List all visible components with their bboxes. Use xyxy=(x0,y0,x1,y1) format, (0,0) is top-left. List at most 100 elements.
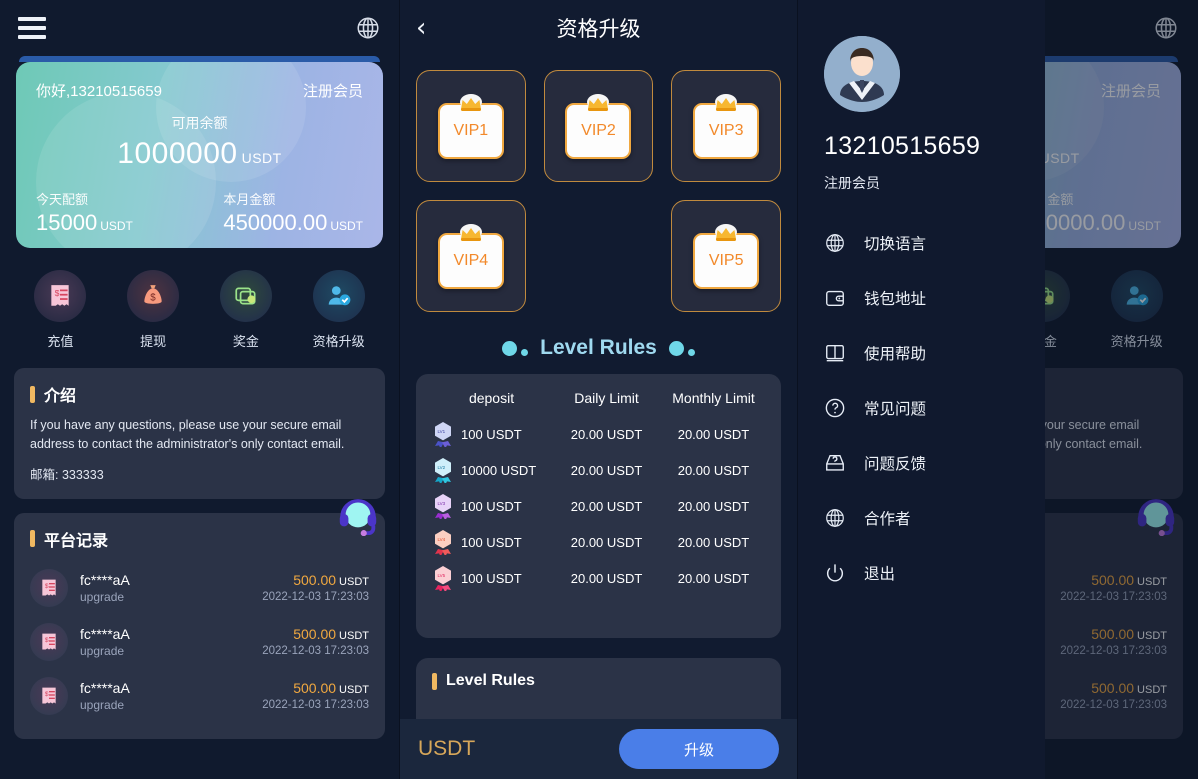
headset-support-icon[interactable] xyxy=(335,490,381,536)
drawer-item-logout[interactable]: 退出 xyxy=(824,545,1045,600)
quick-action-bonus[interactable]: 奖金 xyxy=(219,270,272,350)
svg-text:LV1: LV1 xyxy=(438,429,446,434)
month-amount-value: 450000.00 xyxy=(223,210,328,235)
svg-text:LV4: LV4 xyxy=(438,537,446,542)
vip-tile-1[interactable]: VIP1 xyxy=(416,70,526,182)
svg-text:$: $ xyxy=(55,288,60,298)
crown-icon xyxy=(584,93,612,115)
today-quota-unit: USDT xyxy=(100,219,133,233)
quick-action-deposit[interactable]: $ 充值 xyxy=(34,270,87,350)
vip-tile-label: VIP4 xyxy=(453,252,489,269)
app-stage: 你好,13210515659 注册会员 可用余额 1000000 USDT 今天配… xyxy=(0,0,1198,779)
drawer-item-help[interactable]: 使用帮助 xyxy=(824,325,1045,380)
record-name: fc****aA xyxy=(80,571,130,588)
receipt-icon: $ xyxy=(30,676,68,715)
dots-decoration-left xyxy=(502,340,529,356)
quick-action-label: 资格升级 xyxy=(312,334,365,349)
quick-action-label: 奖金 xyxy=(232,334,259,349)
receipt-deposit-icon: $ xyxy=(34,270,87,322)
vip-tile-4[interactable]: VIP4 xyxy=(416,200,526,312)
table-row[interactable]: $ fc****aA upgrade 500.00USDT 2022-12-03… xyxy=(30,669,369,723)
column-header-monthly: Monthly Limit xyxy=(672,390,755,406)
lv5-badge-icon: LV5 xyxy=(432,565,454,591)
month-amount-unit: USDT xyxy=(330,219,363,233)
greeting-text: 你好,13210515659 xyxy=(36,83,162,100)
hamburger-icon[interactable] xyxy=(18,17,46,39)
power-icon xyxy=(824,562,846,584)
drawer-item-faq[interactable]: 常见问题 xyxy=(824,380,1045,435)
table-row: LV3 100 USDT 20.00 USDT 20.00 USDT xyxy=(426,488,771,524)
record-name: fc****aA xyxy=(80,625,130,642)
crown-icon xyxy=(457,93,485,115)
table-row: LV4 100 USDT 20.00 USDT 20.00 USDT xyxy=(426,524,771,560)
table-row[interactable]: $ fc****aA upgrade 500.00USDT 2022-12-03… xyxy=(30,615,369,669)
question-circle-icon xyxy=(824,397,846,419)
daily-limit-value: 20.00 USDT xyxy=(570,570,643,586)
vip-tile-placeholder xyxy=(544,200,654,312)
accent-bar xyxy=(30,530,35,547)
bottom-unit-label: USDT xyxy=(418,737,476,760)
quick-action-label: 充值 xyxy=(47,334,74,349)
monthly-limit-value: 20.00 USDT xyxy=(677,534,750,550)
vip-tile-grid: VIP1 VIP2 VIP3 VIP4 VIP5 xyxy=(400,56,797,312)
level-rules-card: Level Rules xyxy=(416,658,781,720)
feedback-inbox-icon xyxy=(824,452,846,474)
drawer-item-label: 问题反馈 xyxy=(864,455,927,473)
lv1-badge-icon: LV1 xyxy=(432,421,454,447)
record-unit: USDT xyxy=(339,684,369,696)
deposit-value: 10000 USDT xyxy=(461,462,537,478)
daily-limit-value: 20.00 USDT xyxy=(570,462,643,478)
drawer-item-wallet-address[interactable]: 钱包地址 xyxy=(824,270,1045,325)
vip-tile-2[interactable]: VIP2 xyxy=(543,70,654,182)
home-panel: 你好,13210515659 注册会员 可用余额 1000000 USDT 今天配… xyxy=(0,0,399,779)
record-amount: 500.00 xyxy=(293,680,337,696)
vip-header: ‹ 资格升级 xyxy=(400,0,797,56)
quick-action-withdraw[interactable]: $ 提现 xyxy=(127,270,180,350)
quick-actions: $ 充值 $ 提现 奖金 资格升级 xyxy=(0,248,399,360)
chevron-left-icon[interactable]: ‹ xyxy=(416,15,426,41)
drawer-item-switch-language[interactable]: 切换语言 xyxy=(824,215,1045,270)
record-amount: 500.00 xyxy=(293,572,337,588)
intro-title: 介绍 xyxy=(44,388,77,405)
exchange-bonus-icon xyxy=(219,270,272,322)
globe-icon xyxy=(824,232,846,254)
monthly-limit-value: 20.00 USDT xyxy=(677,570,750,586)
receipt-icon: $ xyxy=(30,568,68,607)
level-rules-heading: Level Rules xyxy=(400,336,797,360)
table-row[interactable]: $ fc****aA upgrade 500.00USDT 2022-12-03… xyxy=(30,561,369,615)
upgrade-button[interactable]: 升级 xyxy=(619,729,779,769)
quick-action-upgrade[interactable]: 资格升级 xyxy=(312,270,365,350)
crown-icon xyxy=(457,223,485,245)
vip-tile-5[interactable]: VIP5 xyxy=(671,200,781,312)
monthly-limit-value: 20.00 USDT xyxy=(677,462,750,478)
accent-bar xyxy=(432,672,437,690)
deposit-value: 100 USDT xyxy=(461,534,522,550)
level-rules-card-title: Level Rules xyxy=(446,672,535,689)
record-type: upgrade xyxy=(80,643,125,658)
svg-text:$: $ xyxy=(150,292,156,303)
deposit-value: 100 USDT xyxy=(461,570,522,586)
drawer-item-label: 退出 xyxy=(864,565,896,583)
deposit-value: 100 USDT xyxy=(461,426,522,442)
user-avatar-icon[interactable] xyxy=(824,36,900,112)
dots-decoration-right xyxy=(668,340,695,356)
daily-limit-value: 20.00 USDT xyxy=(570,426,643,442)
crown-icon xyxy=(712,223,740,245)
record-type: upgrade xyxy=(80,697,125,712)
upgrade-bottom-bar: USDT 升级 xyxy=(400,719,797,779)
record-unit: USDT xyxy=(339,576,369,588)
drawer-phone-number: 13210515659 xyxy=(824,132,981,160)
vip-tile-3[interactable]: VIP3 xyxy=(671,70,781,182)
table-row: LV2 10000 USDT 20.00 USDT 20.00 USDT xyxy=(426,452,771,488)
record-type: upgrade xyxy=(80,589,125,604)
drawer-item-label: 切换语言 xyxy=(864,235,927,253)
drawer-role-label: 注册会员 xyxy=(824,175,880,191)
globe-icon xyxy=(824,507,846,529)
svg-text:LV3: LV3 xyxy=(438,501,446,506)
balance-label: 可用余额 xyxy=(171,115,228,131)
drawer-item-feedback[interactable]: 问题反馈 xyxy=(824,435,1045,490)
drawer-menu: 切换语言 钱包地址 使用帮助 常见问题 问题反馈 合作者 退出 xyxy=(824,215,1045,600)
drawer-item-partner[interactable]: 合作者 xyxy=(824,490,1045,545)
record-time: 2022-12-03 17:23:03 xyxy=(262,699,369,711)
globe-icon[interactable] xyxy=(355,15,381,41)
